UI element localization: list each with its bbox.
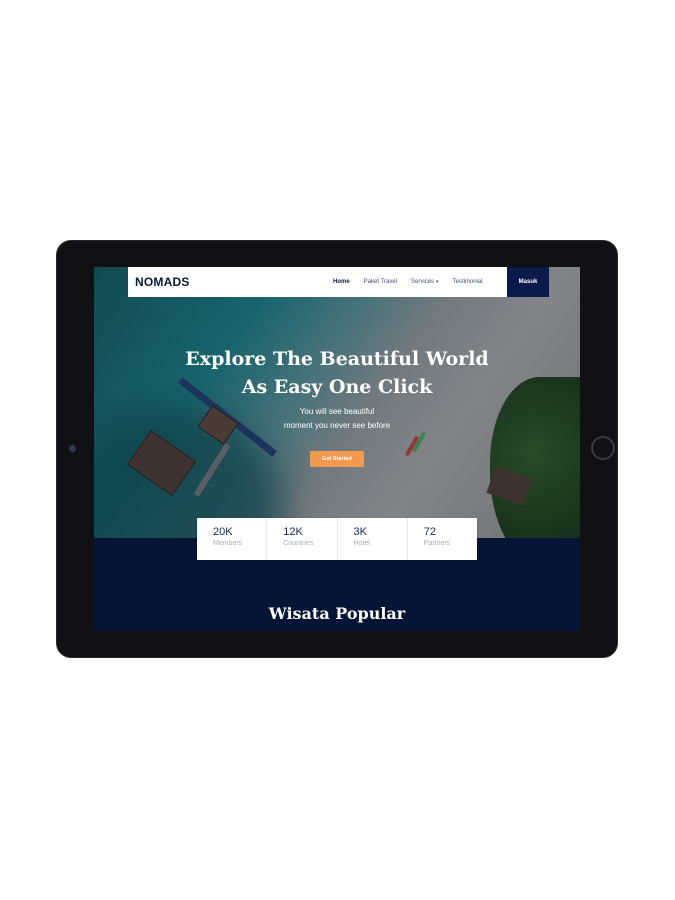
stat-item: 3K Hotel xyxy=(338,518,408,560)
home-button[interactable] xyxy=(591,436,615,460)
hero-subtitle-line: You will see beautiful xyxy=(299,407,375,416)
navbar: NOMADS Home Paket Travel Services ▾ Testi… xyxy=(128,267,549,297)
hero-title: Explore The Beautiful World As Easy One … xyxy=(174,345,500,401)
stat-value: 12K xyxy=(283,526,303,538)
stat-value: 20K xyxy=(213,526,233,538)
stat-item: 20K Members xyxy=(197,518,268,560)
brand-logo[interactable]: NOMADS xyxy=(135,275,190,289)
tablet-frame: NOMADS Home Paket Travel Services ▾ Testi… xyxy=(57,241,617,657)
screen: NOMADS Home Paket Travel Services ▾ Testi… xyxy=(94,267,580,631)
login-button[interactable]: Masuk xyxy=(507,267,549,297)
stat-item: 72 Partners xyxy=(408,518,477,560)
hero-section xyxy=(94,267,580,538)
section-title: Wisata Popular xyxy=(268,604,406,623)
stat-label: Members xyxy=(213,540,243,547)
stat-value: 3K xyxy=(353,526,367,538)
hero-overlay xyxy=(94,267,580,538)
stat-item: 12K Countries xyxy=(267,518,338,560)
nav-link-testimonial[interactable]: Testimonial xyxy=(453,279,483,285)
stat-value: 72 xyxy=(423,526,436,538)
hero-subtitle-line: moment you never see before xyxy=(283,421,391,430)
nav-link-paket-travel[interactable]: Paket Travel xyxy=(364,279,397,285)
stat-label: Partners xyxy=(423,540,451,547)
hero-subtitle: You will see beautiful moment you never … xyxy=(237,405,437,433)
stat-label: Countries xyxy=(283,540,314,547)
nav-links: Home Paket Travel Services ▾ Testimonial xyxy=(333,267,497,297)
hero-title-line: As Easy One Click xyxy=(241,376,433,398)
nav-link-services-label: Services xyxy=(411,279,435,285)
camera-dot xyxy=(69,445,76,452)
stats-bar: 20K Members 12K Countries 3K Hotel 72 Pa… xyxy=(197,518,477,560)
get-started-button[interactable]: Get Started xyxy=(310,451,364,467)
hero-title-line: Explore The Beautiful World xyxy=(185,348,489,370)
nav-link-services[interactable]: Services ▾ xyxy=(411,279,439,285)
nav-link-home[interactable]: Home xyxy=(333,279,350,285)
stat-label: Hotel xyxy=(353,540,370,547)
caret-down-icon: ▾ xyxy=(436,279,439,285)
